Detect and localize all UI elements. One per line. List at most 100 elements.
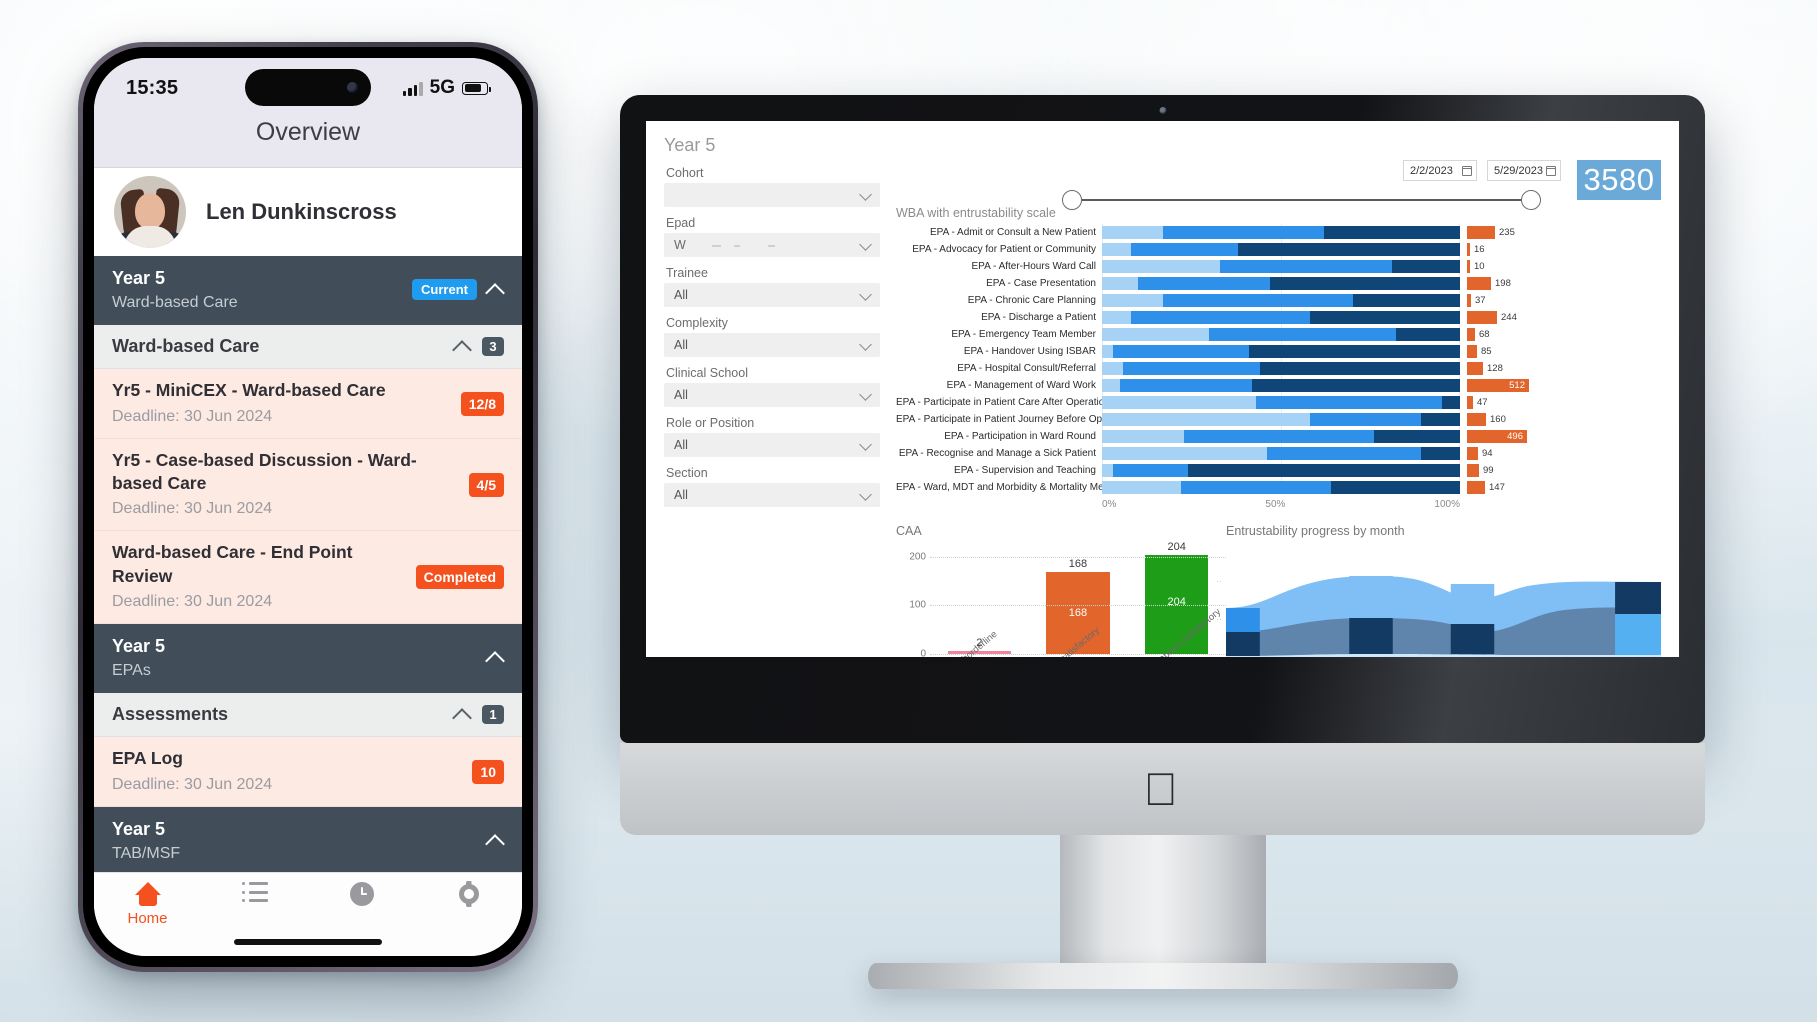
filter-select-trainee[interactable]: All [664, 283, 880, 307]
chevron-down-icon[interactable] [860, 489, 872, 501]
chart-row[interactable]: EPA - Advocacy for Patient or Community 1… [896, 241, 1661, 258]
stacked-bar [1102, 396, 1460, 409]
bar-segment-level-2 [1309, 413, 1421, 426]
bar-segment-level-3 [1323, 226, 1460, 239]
chart-row[interactable]: EPA - Case Presentation 198 [896, 275, 1661, 292]
chart-row[interactable]: EPA - Handover Using ISBAR 85 [896, 343, 1661, 360]
filter-select-clinical-school[interactable]: All [664, 383, 880, 407]
count-bar-group: 37 [1460, 294, 1486, 307]
calendar-icon[interactable] [1462, 165, 1472, 176]
group-header-assessments[interactable]: Assessments 1 [94, 693, 522, 738]
chevron-down-icon[interactable] [860, 289, 872, 301]
imac-chin:  [620, 743, 1705, 835]
caa-x-axis: borderline satisfactory above-satisfactory [930, 606, 1226, 657]
filter-select-role-or-position[interactable]: All [664, 433, 880, 457]
chart-row[interactable]: EPA - Participation in Ward Round 496 [896, 428, 1661, 445]
list-item[interactable]: Yr5 - Case-based Discussion - Ward-based… [94, 438, 522, 532]
task-deadline: Deadline: 30 Jun 2024 [112, 775, 273, 793]
filter-panel: Cohort Epad W Trainee All Complexity All Clinic… [664, 166, 880, 657]
calendar-icon[interactable] [1546, 165, 1556, 176]
y-tick-label: 100 [909, 599, 926, 611]
slider-handle-left[interactable] [1062, 190, 1082, 210]
chart-row[interactable]: EPA - Discharge a Patient 244 [896, 309, 1661, 326]
bar-segment-level-3 [1374, 430, 1460, 443]
chart-row[interactable]: EPA - After-Hours Ward Call 10 [896, 258, 1661, 275]
status-badge-current: Current [412, 279, 477, 301]
caa-bar-wrapper: 168 168 [1029, 542, 1128, 654]
tab-home[interactable]: Home [94, 882, 201, 927]
chart-row-label: EPA - Emergency Team Member [951, 329, 1096, 340]
filter-select-section[interactable]: All [664, 483, 880, 507]
bar-segment-level-1 [1102, 294, 1163, 307]
date-to-field[interactable]: 5/29/2023 [1487, 160, 1561, 181]
chart-row[interactable]: EPA - Recognise and Manage a Sick Patien… [896, 445, 1661, 462]
chevron-up-icon[interactable] [454, 338, 471, 355]
chart-row[interactable]: EPA - Hospital Consult/Referral 128 [896, 360, 1661, 377]
chevron-up-icon[interactable] [487, 281, 504, 298]
filter-select-cohort[interactable] [664, 183, 880, 207]
tab-history[interactable] [308, 882, 415, 906]
count-bar [1467, 328, 1475, 341]
caa-chart: CAA 0 100 200 2 168 168 204 204 borderline sati… [896, 524, 1226, 657]
tab-home-label: Home [127, 910, 168, 927]
section-header-year5-ward[interactable]: Year 5 Ward-based Care Current [94, 256, 522, 326]
chevron-up-icon[interactable] [487, 832, 504, 849]
list-item[interactable]: Yr5 - MiniCEX - Ward-based Care Deadline… [94, 369, 522, 439]
imac-device: Year 5 Cohort Epad W Trainee All Complexity Al… [620, 95, 1705, 989]
bar-segment-level-3 [1252, 379, 1460, 392]
chart-row[interactable]: EPA - Emergency Team Member 68 [896, 326, 1661, 343]
filter-select-complexity[interactable]: All [664, 333, 880, 357]
bar-segment-level-2 [1130, 311, 1310, 324]
date-from-field[interactable]: 2/2/2023 [1403, 160, 1477, 181]
chevron-down-icon[interactable] [860, 189, 872, 201]
tab-settings[interactable] [415, 882, 522, 906]
task-deadline: Deadline: 30 Jun 2024 [112, 407, 273, 425]
count-value: 37 [1475, 295, 1486, 306]
count-bar-group: 128 [1460, 362, 1503, 375]
group-header-ward-based-care[interactable]: Ward-based Care 3 [94, 325, 522, 370]
dashboard-title: Year 5 [664, 135, 716, 155]
chevron-down-icon[interactable] [860, 339, 872, 351]
count-value: 496 [1507, 431, 1523, 442]
count-value: 10 [1474, 261, 1485, 272]
chart-row-label: EPA - Management of Ward Work [946, 380, 1096, 391]
list-item[interactable]: Ward-based Care - End Point Review Deadl… [94, 531, 522, 625]
home-indicator[interactable] [234, 939, 382, 945]
chart-row[interactable]: EPA - Supervision and Teaching 99 [896, 462, 1661, 479]
status-time: 15:35 [126, 76, 179, 99]
apple-logo-icon:  [1144, 766, 1182, 813]
section-header-year5-epas[interactable]: Year 5 EPAs [94, 624, 522, 694]
chevron-up-icon[interactable] [487, 649, 504, 666]
chart-row[interactable]: EPA - Admit or Consult a New Patient 235 [896, 224, 1661, 241]
caa-bar-wrapper: 204 204 [1127, 541, 1226, 654]
bar-segment-level-2 [1112, 464, 1188, 477]
profile-name: Len Dunkinscross [206, 199, 397, 224]
wba-stacked-bar-chart: EPA - Admit or Consult a New Patient 235 E… [896, 224, 1661, 496]
stream-plot: ·· ·· ·· [1216, 552, 1661, 657]
filter-select-epad[interactable]: W [664, 233, 880, 257]
chart-row[interactable]: EPA - Management of Ward Work 512 [896, 377, 1661, 394]
chart-row-label: EPA - Handover Using ISBAR [963, 346, 1096, 357]
gear-icon [457, 882, 481, 906]
slider-handle-right[interactable] [1521, 190, 1541, 210]
bar-segment-level-2 [1162, 294, 1353, 307]
profile-row[interactable]: Len Dunkinscross [94, 168, 522, 256]
count-bar-group: 198 [1460, 277, 1511, 290]
bar-segment-level-2 [1266, 447, 1421, 460]
chart-row[interactable]: EPA - Ward, MDT and Morbidity & Mortalit… [896, 479, 1661, 496]
chart-row[interactable]: EPA - Chronic Care Planning 37 [896, 292, 1661, 309]
chevron-down-icon[interactable] [860, 239, 872, 251]
count-value: 16 [1474, 244, 1485, 255]
task-progress-badge: 12/8 [460, 391, 504, 416]
tab-list[interactable] [201, 882, 308, 902]
chart-row[interactable]: EPA - Participate in Patient Care After … [896, 394, 1661, 411]
total-count-badge: 3580 [1577, 160, 1661, 200]
chart-row-label: EPA - Participate in Patient Care After … [896, 397, 1110, 408]
section-header-year5-tab[interactable]: Year 5 TAB/MSF [94, 806, 522, 872]
stacked-bar [1102, 447, 1460, 460]
chart-row[interactable]: EPA - Participate in Patient Journey Bef… [896, 411, 1661, 428]
chevron-up-icon[interactable] [454, 706, 471, 723]
list-item[interactable]: EPA Log Deadline: 30 Jun 2024 10 [94, 737, 522, 807]
chevron-down-icon[interactable] [860, 389, 872, 401]
chevron-down-icon[interactable] [860, 439, 872, 451]
